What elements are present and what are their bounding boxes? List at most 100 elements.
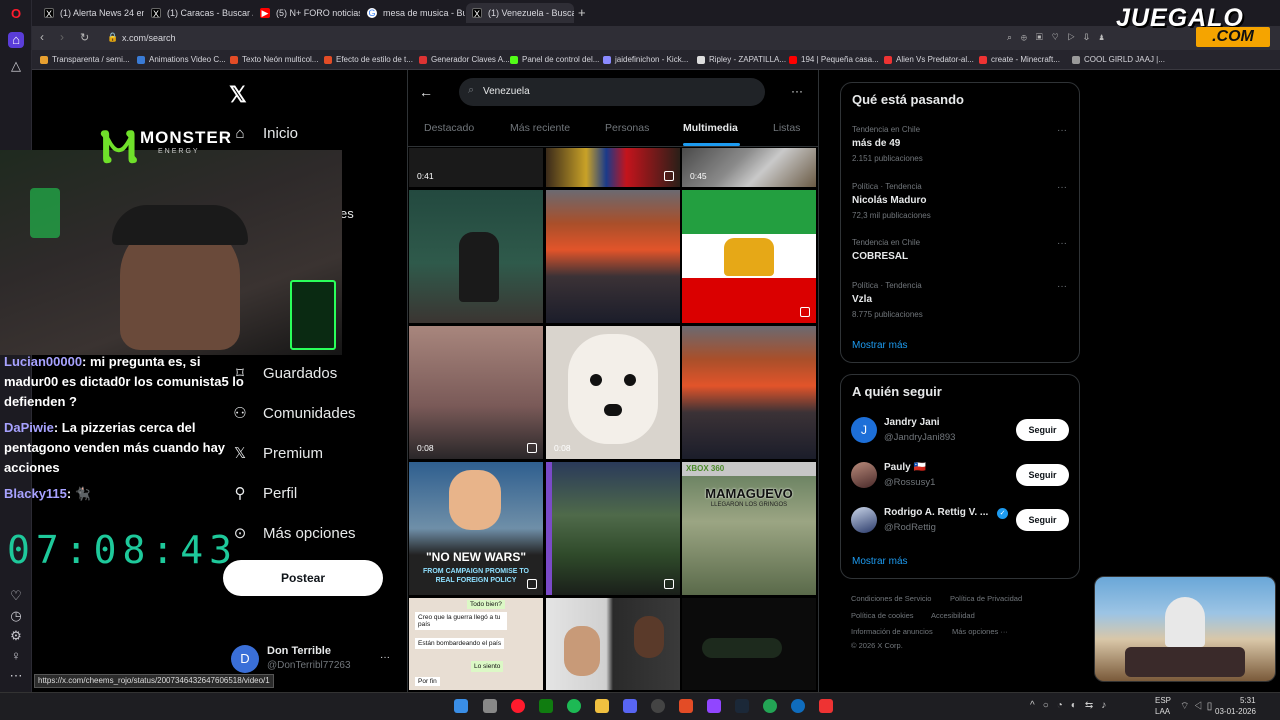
nav-home[interactable]: ⌂ Inicio bbox=[231, 121, 298, 147]
tab-lists[interactable]: Listas bbox=[773, 122, 800, 134]
tab-mesa[interactable]: Gmesa de musica - Buscar bbox=[361, 3, 465, 23]
media-tile[interactable]: "NO NEW WARS" FROM CAMPAIGN PROMISE TO R… bbox=[409, 462, 543, 595]
follow-button[interactable]: Seguir bbox=[1016, 419, 1069, 441]
nav-more[interactable]: ⊙ Más opciones bbox=[231, 521, 356, 547]
opera-icon[interactable]: O bbox=[8, 6, 24, 22]
app-icon[interactable] bbox=[679, 699, 693, 713]
tab-people[interactable]: Personas bbox=[605, 122, 649, 134]
bookmark[interactable]: create - Minecraft... bbox=[979, 53, 1060, 67]
more-icon[interactable]: ··· bbox=[1057, 281, 1067, 292]
forward-icon[interactable]: › bbox=[60, 30, 64, 44]
pin-icon[interactable]: △ bbox=[8, 58, 24, 74]
search-icon[interactable] bbox=[483, 699, 497, 713]
url-field[interactable]: x.com/search bbox=[122, 33, 176, 43]
media-tile[interactable] bbox=[682, 190, 816, 323]
avatar[interactable]: D bbox=[231, 645, 259, 673]
app-icon[interactable] bbox=[819, 699, 833, 713]
tab-caracas[interactable]: X(1) Caracas - Buscar / X bbox=[145, 3, 253, 23]
trends-title: Qué está pasando bbox=[852, 92, 964, 107]
media-tile[interactable] bbox=[409, 190, 543, 323]
nav-partial[interactable]: es bbox=[340, 201, 354, 227]
tab-venezuela[interactable]: X(1) Venezuela - Buscar / X bbox=[466, 3, 574, 23]
more-icon[interactable]: ··· bbox=[1057, 182, 1067, 193]
folder-icon[interactable] bbox=[595, 699, 609, 713]
tab-destacado[interactable]: Destacado bbox=[424, 122, 474, 134]
trends-show-more[interactable]: Mostrar más bbox=[852, 340, 908, 351]
settings-icon[interactable]: ⚙ bbox=[8, 628, 24, 644]
tab-alerta[interactable]: X (1) Alerta News 24 en bbox=[38, 3, 144, 23]
lang-indicator[interactable]: ESP bbox=[1155, 696, 1171, 705]
address-bar-row: ‹ › ↻ 🔒 x.com/search ⌕⊕▣♡▷⇩♟ bbox=[32, 26, 1280, 50]
media-tile[interactable] bbox=[682, 326, 816, 459]
bookmark[interactable]: Texto Neón multicol... bbox=[230, 53, 318, 67]
tray-icons[interactable]: ^○◔◐⇆♪ bbox=[1030, 700, 1114, 711]
clock-time[interactable]: 5:31 bbox=[1240, 696, 1256, 705]
bookmark[interactable]: Alien Vs Predator-al... bbox=[884, 53, 974, 67]
avatar[interactable]: J bbox=[851, 417, 877, 443]
account-menu-icon[interactable]: ··· bbox=[380, 652, 390, 663]
who-show-more[interactable]: Mostrar más bbox=[852, 556, 908, 567]
media-tile[interactable]: 0:08 bbox=[546, 326, 680, 459]
tab-recent[interactable]: Más reciente bbox=[510, 122, 570, 134]
more-icon[interactable]: ··· bbox=[1057, 238, 1067, 249]
xbox-icon[interactable] bbox=[539, 699, 553, 713]
tab-nforo[interactable]: ▶(5) N+ FORO noticias en v bbox=[254, 3, 360, 23]
bookmark[interactable]: jaidefinichon - Kick... bbox=[603, 53, 688, 67]
bookmark[interactable]: Animations Video C... bbox=[137, 53, 226, 67]
twitch-icon[interactable] bbox=[707, 699, 721, 713]
avatar[interactable] bbox=[851, 507, 877, 533]
avatar[interactable] bbox=[851, 462, 877, 488]
footer-link[interactable]: Política de Privacidad bbox=[950, 594, 1022, 603]
follow-button[interactable]: Seguir bbox=[1016, 509, 1069, 531]
wifi-icon[interactable]: ⌔◁▯ bbox=[1180, 700, 1216, 713]
bulb-icon[interactable]: ♀ bbox=[8, 648, 24, 664]
back-icon[interactable]: ‹ bbox=[40, 30, 44, 44]
search-input[interactable]: Venezuela bbox=[459, 78, 765, 106]
x-logo-icon[interactable]: 𝕏 bbox=[229, 82, 247, 108]
bookmark[interactable]: Ripley - ZAPATILLA... bbox=[697, 53, 786, 67]
media-tile[interactable]: XBOX 360 MAMAGUEVO LLEGARON LOS GRINGOS bbox=[682, 462, 816, 595]
media-tile[interactable]: 0:08 bbox=[409, 326, 543, 459]
footer-link[interactable]: Política de cookies bbox=[851, 611, 914, 620]
footer-link[interactable]: Información de anuncios bbox=[851, 627, 933, 636]
media-tile[interactable] bbox=[682, 598, 816, 690]
bookmark[interactable]: 194 | Pequeña casa... bbox=[789, 53, 879, 67]
heart-icon[interactable]: ♡ bbox=[8, 588, 24, 604]
app-icon[interactable] bbox=[763, 699, 777, 713]
media-tile[interactable] bbox=[546, 598, 680, 690]
media-tile[interactable]: Todo bien? Creo que la guerra llegó a tu… bbox=[409, 598, 543, 690]
more-icon[interactable]: ··· bbox=[1057, 125, 1067, 136]
media-tile[interactable] bbox=[546, 190, 680, 323]
footer-link[interactable]: Condiciones de Servicio bbox=[851, 594, 931, 603]
post-button[interactable]: Postear bbox=[223, 560, 383, 596]
app-icon[interactable] bbox=[651, 699, 665, 713]
bookmark[interactable]: Efecto de estilo de t... bbox=[324, 53, 413, 67]
app-icon[interactable] bbox=[791, 699, 805, 713]
address-tools[interactable]: ⌕⊕▣♡▷⇩♟ bbox=[1007, 32, 1177, 44]
history-icon[interactable]: ◷ bbox=[8, 608, 24, 624]
home-icon[interactable]: ⌂ bbox=[8, 32, 24, 48]
media-tile[interactable]: 0:45 bbox=[682, 148, 816, 187]
new-tab-button[interactable]: + bbox=[578, 5, 586, 20]
more-icon[interactable]: ⋯ bbox=[8, 668, 24, 684]
bookmark[interactable]: Transparenta / semi... bbox=[40, 53, 130, 67]
spotify-icon[interactable] bbox=[567, 699, 581, 713]
steam-icon[interactable] bbox=[735, 699, 749, 713]
footer-link[interactable]: Más opciones ··· bbox=[952, 627, 1008, 636]
opera-icon[interactable] bbox=[511, 699, 525, 713]
bookmark[interactable]: Panel de control del... bbox=[510, 53, 599, 67]
bookmark[interactable]: COOL GIRLD JAAJ |... bbox=[1072, 53, 1165, 67]
reload-icon[interactable]: ↻ bbox=[80, 31, 89, 44]
follow-button[interactable]: Seguir bbox=[1016, 464, 1069, 486]
back-arrow-icon[interactable]: ← bbox=[419, 84, 433, 100]
media-tile[interactable] bbox=[546, 462, 680, 595]
search-options-icon[interactable]: ··· bbox=[791, 84, 803, 98]
discord-icon[interactable] bbox=[623, 699, 637, 713]
bookmark[interactable]: Generador Claves A... bbox=[419, 53, 510, 67]
tab-media[interactable]: Multimedia bbox=[683, 122, 738, 134]
media-tile[interactable] bbox=[546, 148, 680, 187]
home-icon: ⌂ bbox=[235, 125, 245, 142]
media-tile[interactable]: 0:41 bbox=[409, 148, 543, 187]
footer-link[interactable]: Accesibilidad bbox=[931, 611, 975, 620]
start-icon[interactable] bbox=[454, 699, 468, 713]
